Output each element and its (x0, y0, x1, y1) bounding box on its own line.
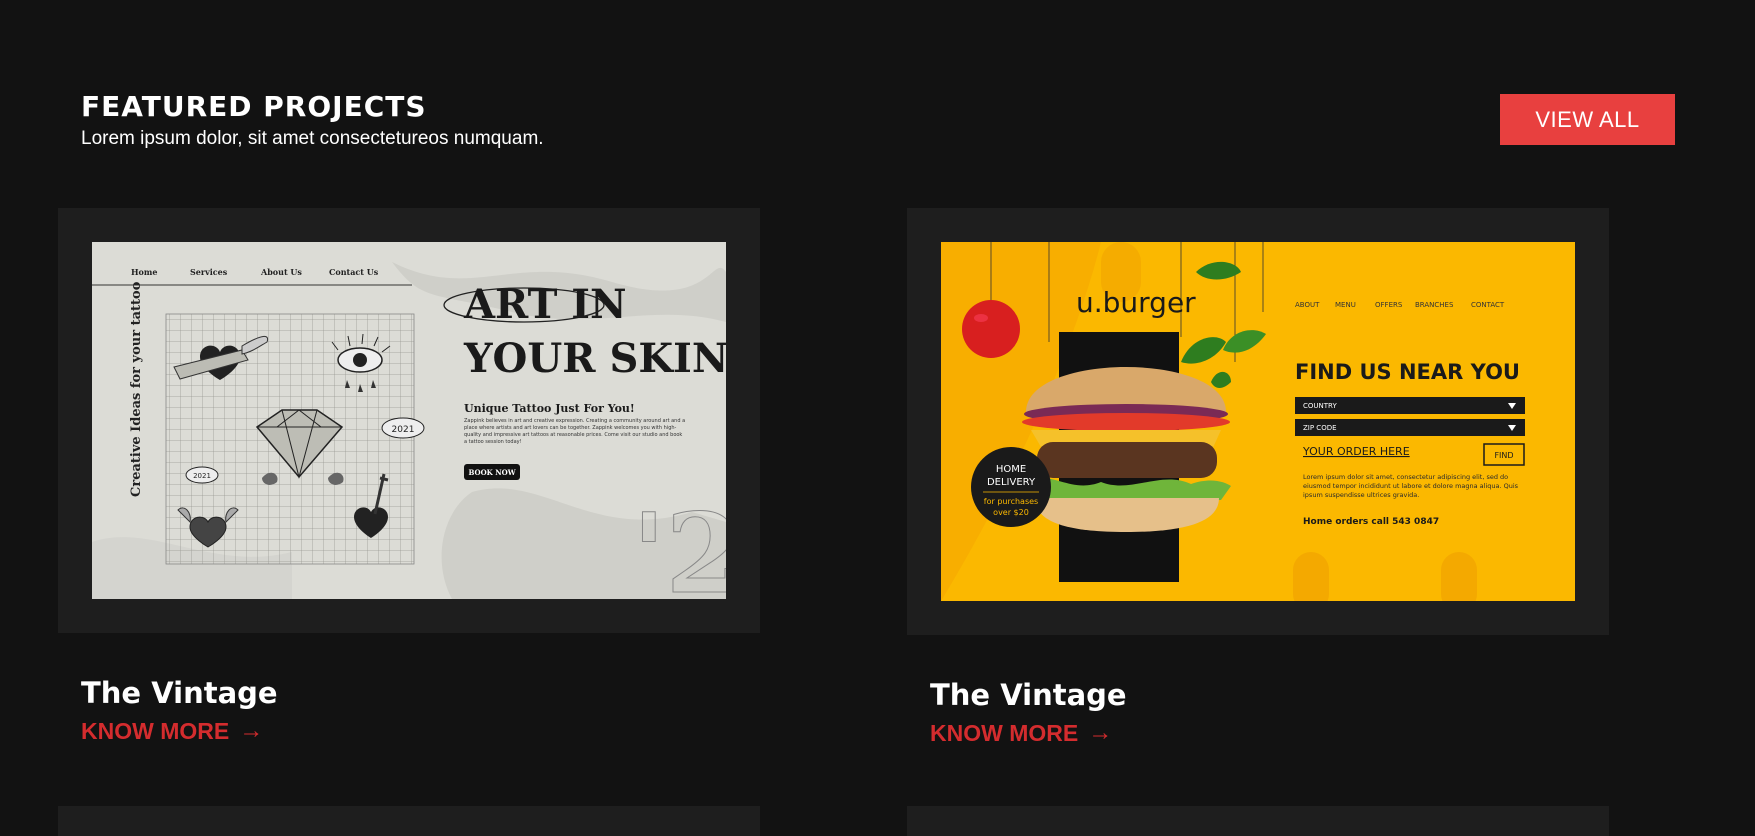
know-more-label: KNOW MORE (930, 719, 1079, 746)
view-all-button[interactable]: VIEW ALL (1500, 94, 1675, 145)
preview-year-badge-small: 2021 (193, 472, 211, 480)
preview-nav-item: OFFERS (1375, 301, 1403, 309)
preview-country-field: COUNTRY (1303, 402, 1337, 410)
preview-big-year: '21 (632, 489, 726, 599)
preview-nav-item: Services (190, 267, 228, 277)
preview-side-text: Creative Ideas for your tattoo (129, 281, 144, 497)
project-preview-image: Home Services About Us Contact Us Creati… (92, 242, 726, 599)
preview-body: Lorem ipsum dolor sit amet, consectetur … (1303, 473, 1519, 499)
preview-nav-item: About Us (260, 267, 302, 277)
preview-nav-item: CONTACT (1471, 301, 1505, 309)
project-preview-image: u.burger HOME DELIVERY for purchases ove… (941, 242, 1575, 601)
project-card-partial (58, 806, 760, 836)
preview-badge-sub-2: over $20 (993, 508, 1029, 517)
preview-nav-item: ABOUT (1295, 301, 1320, 309)
preview-badge-title-1: HOME (996, 464, 1026, 475)
preview-order-link: YOUR ORDER HERE (1302, 445, 1410, 458)
project-card[interactable]: u.burger HOME DELIVERY for purchases ove… (907, 208, 1609, 635)
preview-badge-sub-1: for purchases (984, 497, 1038, 506)
preview-phone-line: Home orders call 543 0847 (1303, 517, 1439, 527)
preview-zip-field: ZIP CODE (1303, 424, 1337, 432)
preview-headline: FIND US NEAR YOU (1295, 360, 1520, 384)
preview-book-button: BOOK NOW (468, 468, 515, 477)
preview-tagline: Unique Tattoo Just For You! (464, 402, 635, 415)
preview-logo: u.burger (1076, 286, 1196, 319)
section-title: FEATURED PROJECTS (81, 90, 427, 123)
preview-headline-line2: YOUR SKIN (463, 335, 726, 382)
project-title: The Vintage (930, 678, 1127, 712)
preview-nav-item: Home (131, 267, 157, 277)
preview-headline-line1: ART IN (463, 281, 627, 328)
project-title: The Vintage (81, 676, 278, 710)
preview-badge-title-2: DELIVERY (987, 477, 1036, 488)
preview-year-badge: 2021 (392, 425, 415, 435)
preview-find-button: FIND (1494, 451, 1513, 460)
preview-nav-item: BRANCHES (1415, 301, 1454, 309)
preview-nav-item: Contact Us (329, 267, 379, 277)
preview-body: Zappink believes in art and creative exp… (464, 418, 686, 445)
know-more-label: KNOW MORE (81, 717, 230, 744)
preview-nav-item: MENU (1335, 301, 1356, 309)
arrow-right-icon: → (1088, 719, 1113, 746)
arrow-right-icon: → (239, 717, 264, 744)
project-card[interactable]: Home Services About Us Contact Us Creati… (58, 208, 760, 633)
know-more-link[interactable]: KNOW MORE → (81, 717, 263, 745)
know-more-link[interactable]: KNOW MORE → (930, 719, 1112, 747)
section-subtitle: Lorem ipsum dolor, sit amet consecteture… (81, 128, 544, 149)
project-card-partial (907, 806, 1609, 836)
